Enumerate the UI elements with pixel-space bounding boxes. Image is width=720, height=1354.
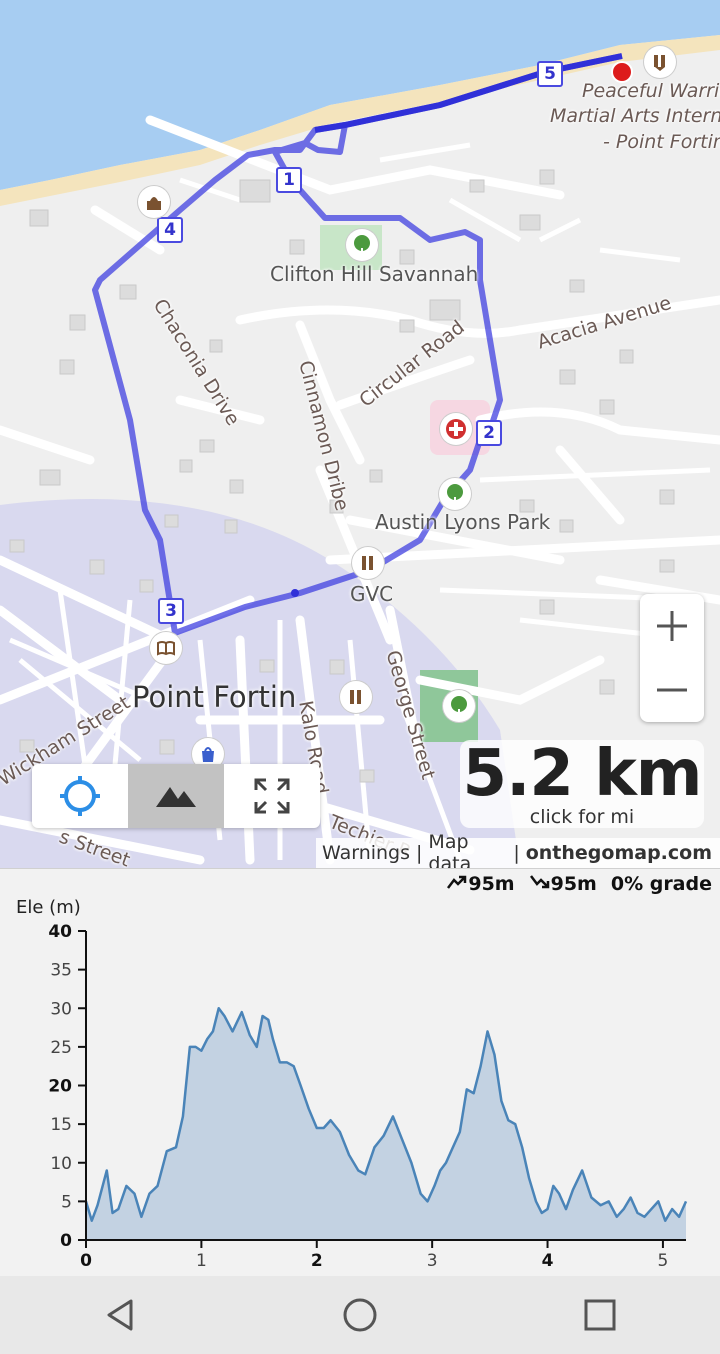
waypoint-3[interactable]: 3 [158,598,184,624]
recents-icon [584,1299,616,1331]
hospital-icon[interactable] [440,413,472,445]
y-tick-label: 0 [60,1231,72,1251]
attribution-sep-2: | [513,842,520,864]
x-tick-label: 0 [80,1251,92,1271]
zoom-control [640,594,704,722]
park-tree-icon[interactable] [346,229,378,261]
waypoint-4[interactable]: 4 [157,217,183,243]
waypoint-1[interactable]: 1 [276,167,302,193]
route-point [291,589,299,597]
terrain-button[interactable] [128,764,224,828]
kalo-restaurant-icon[interactable] [340,681,372,713]
mountain-icon [156,787,196,807]
attribution-sep-1: | [416,842,423,864]
gvc-restaurant-icon[interactable] [352,547,384,579]
label-peaceful-3: - Point Fortin [603,131,720,153]
site-link[interactable]: onthegomap.com [526,842,712,864]
y-tick-label: 30 [50,999,72,1019]
home-icon [343,1298,377,1332]
zoom-out-button[interactable] [640,658,704,722]
label-point-fortin: Point Fortin [132,680,297,714]
park-green-tree-icon[interactable] [443,690,475,722]
attribution-bar: Warnings | Map data | onthegomap.com [316,831,720,868]
android-nav-bar [0,1276,720,1354]
y-tick-label: 25 [50,1038,72,1058]
label-peaceful-1: Peaceful Warrio [582,80,720,102]
elevation-chart[interactable]: 0 5 10 15 20 25 30 35 40 0 1 2 3 4 5 [0,869,720,1277]
back-icon [107,1299,133,1331]
locate-button[interactable] [32,764,128,828]
waypoint-2[interactable]: 2 [476,420,502,446]
elevation-panel[interactable]: 95m 95m 0% grade Ele (m) 0 5 10 15 20 25 30 35 4… [0,868,720,1277]
back-button[interactable] [70,1285,170,1345]
label-austin-lyons-park: Austin Lyons Park [375,510,551,534]
home-button[interactable] [310,1285,410,1345]
waypoint-5[interactable]: 5 [537,61,563,87]
x-tick-label: 2 [311,1251,323,1271]
label-peaceful-2: Martial Arts Interna [550,105,720,127]
x-tick-label: 4 [542,1251,554,1271]
recents-button[interactable] [550,1285,650,1345]
x-tick-label: 3 [427,1251,438,1271]
distance-value: 5.2 km [462,737,703,811]
elevation-area [86,1008,686,1240]
crosshair-icon [60,776,100,816]
y-tick-label: 35 [50,961,72,981]
map-data-link[interactable]: Map data [428,831,507,868]
label-clifton-hill: Clifton Hill Savannah [270,262,479,286]
y-tick-label: 5 [61,1192,72,1212]
y-tick-label: 40 [48,922,72,942]
library-book-icon[interactable] [150,632,182,664]
map-control-bar [32,764,320,828]
y-tick-label: 20 [48,1077,72,1097]
fullscreen-button[interactable] [224,764,320,828]
x-tick-label: 5 [658,1251,669,1271]
minus-icon [657,688,687,692]
x-tick-label: 1 [196,1251,207,1271]
museum-icon[interactable] [138,186,170,218]
expand-icon [254,778,290,814]
map-view[interactable]: 1 2 3 4 5 Clifton Hill Savannah Acacia A… [0,0,720,868]
y-tick-label: 10 [50,1154,72,1174]
warnings-link[interactable]: Warnings [322,842,410,864]
distance-panel[interactable]: 5.2 km click for mi [460,740,704,828]
peaceful-warrior-icon[interactable] [644,46,676,78]
austin-park-tree-icon[interactable] [439,478,471,510]
route-end-marker [611,61,633,83]
y-tick-label: 15 [50,1115,72,1135]
label-gvc: GVC [350,582,394,606]
plus-icon [657,611,687,641]
zoom-in-button[interactable] [640,594,704,658]
